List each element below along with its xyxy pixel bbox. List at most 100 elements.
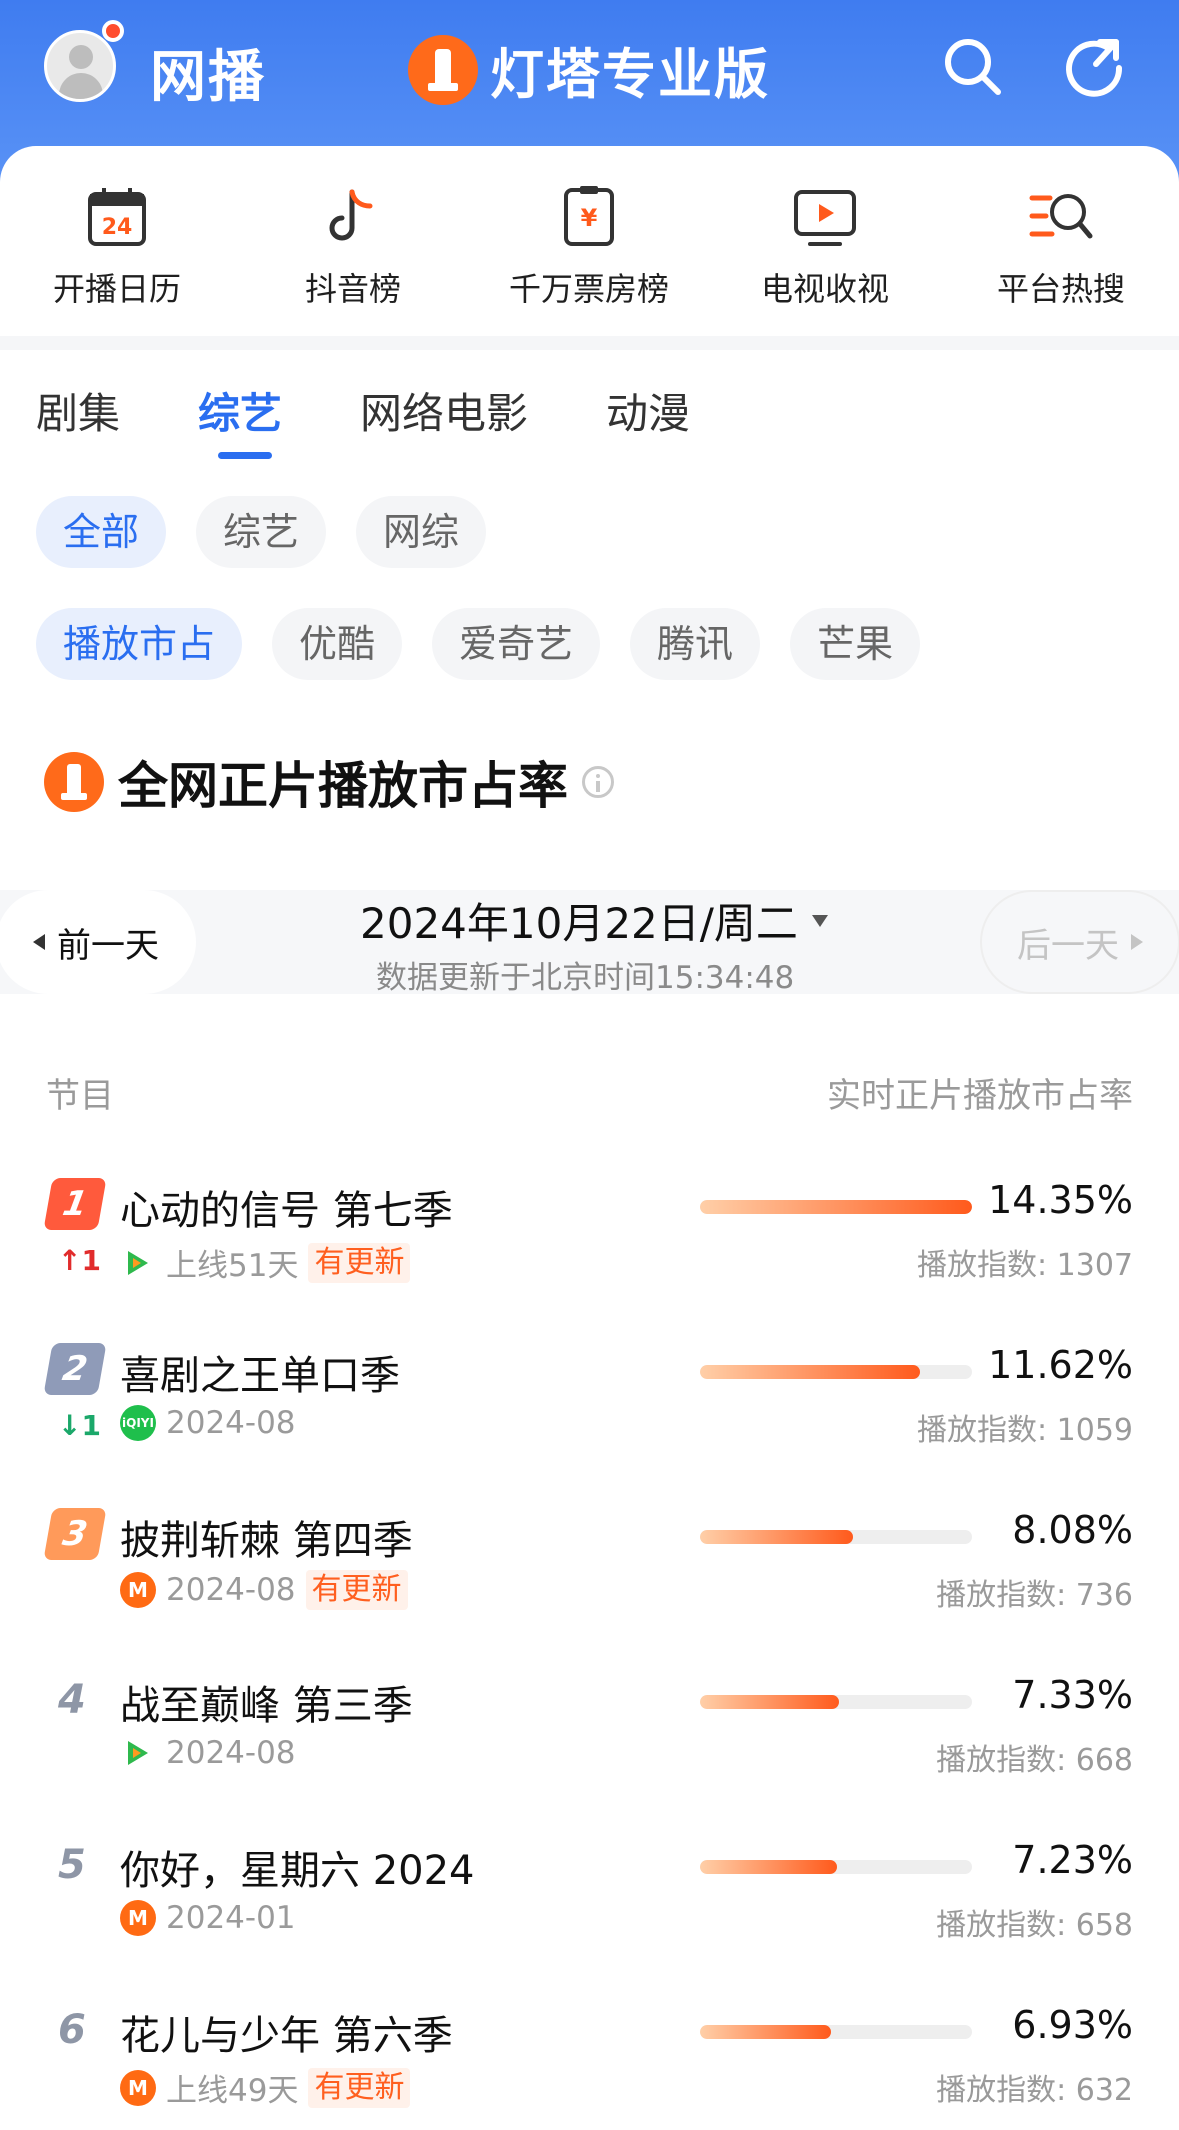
brand: 灯塔专业版 (408, 30, 770, 109)
chip-market-share[interactable]: 播放市占 (36, 608, 243, 680)
tencent-video-icon (120, 1244, 156, 1281)
feature-label: 抖音榜 (304, 270, 401, 308)
tab-label: 综艺 (198, 389, 283, 438)
ticket-icon: ¥ (564, 186, 614, 246)
tab-drama[interactable]: 剧集 (36, 380, 120, 470)
update-badge: 有更新 (308, 1242, 411, 1283)
share-value: 14.35% (988, 1178, 1133, 1222)
share-bar-fill (700, 1200, 972, 1214)
program-meta: 2024-08 (120, 1735, 296, 1771)
caret-right-icon (1131, 934, 1143, 950)
program-meta: M 2024-01 (120, 1900, 296, 1936)
tab-anime[interactable]: 动漫 (606, 380, 690, 470)
chip-tencent[interactable]: 腾讯 (630, 608, 761, 680)
update-badge: 有更新 (305, 1570, 408, 1610)
share-value: 11.62% (988, 1343, 1133, 1387)
update-time: 数据更新于北京时间15:34:48 (376, 960, 795, 996)
share-value: 7.23% (1012, 1838, 1133, 1882)
play-index: 播放指数: 1059 (917, 1413, 1133, 1448)
mango-tv-icon: M (120, 1572, 156, 1608)
meta-text: 2024-01 (166, 1900, 296, 1936)
program-title: 喜剧之王单口季 (120, 1353, 400, 1399)
rank-trend: ↓1 (58, 1409, 101, 1442)
meta-text: 上线49天 (166, 2073, 299, 2109)
caret-down-icon (811, 914, 828, 927)
chip-variety[interactable]: 综艺 (196, 496, 327, 568)
list-item[interactable]: 6 花儿与少年 第六季 M 上线49天 有更新 6.93% 播放指数: 632 (0, 2003, 1179, 2130)
list-item[interactable]: 5 你好，星期六 2024 M 2024-01 7.23% 播放指数: 658 (0, 1838, 1179, 2003)
iqiyi-icon: iQIYI (120, 1405, 156, 1441)
rank-badge: 3 (43, 1508, 107, 1560)
update-badge: 有更新 (308, 2067, 411, 2108)
caret-left-icon (33, 934, 45, 950)
share-value: 8.08% (1012, 1508, 1133, 1552)
play-index: 播放指数: 668 (936, 1743, 1133, 1778)
program-meta: iQIYI 2024-08 (120, 1405, 296, 1441)
chip-youku[interactable]: 优酷 (272, 608, 403, 680)
program-meta: M 上线49天 有更新 (120, 2065, 411, 2110)
meta-text: 2024-08 (166, 1572, 296, 1608)
platform-filter: 播放市占 优酷 爱奇艺 腾讯 芒果 (36, 608, 921, 680)
rank-number: 4 (58, 1677, 86, 1723)
rank-number: 5 (58, 1842, 86, 1888)
list-item[interactable]: 2 ↓1 喜剧之王单口季 iQIYI 2024-08 11.62% 播放指数: … (0, 1343, 1179, 1508)
play-index: 播放指数: 658 (936, 1908, 1133, 1943)
section-heading: 全网正片播放市占率 (44, 746, 614, 818)
program-title: 你好，星期六 2024 (120, 1848, 475, 1894)
program-title: 心动的信号 第七季 (120, 1188, 453, 1234)
share-icon[interactable] (1062, 34, 1126, 98)
meta-text: 上线51天 (166, 1248, 299, 1284)
list-item[interactable]: 1 ↑1 心动的信号 第七季 上线51天 有更新 14.35% 播放指数: 13… (0, 1178, 1179, 1343)
share-bar-fill (700, 1860, 838, 1874)
play-index: 播放指数: 1307 (917, 1248, 1133, 1283)
column-header-program: 节目 (46, 1076, 114, 1116)
share-bar (700, 1530, 972, 1544)
share-bar (700, 2025, 972, 2039)
program-meta: M 2024-08 有更新 (120, 1570, 408, 1610)
hot-search-icon (1029, 194, 1093, 239)
tab-underline (218, 452, 273, 459)
chip-web-variety[interactable]: 网综 (356, 496, 487, 568)
date-picker[interactable]: 2024年10月22日/周二 (360, 890, 828, 951)
mango-tv-icon: M (120, 1900, 156, 1936)
chip-all[interactable]: 全部 (36, 496, 167, 568)
tab-variety[interactable]: 综艺 (198, 380, 282, 470)
share-bar (700, 1695, 972, 1709)
mango-tv-icon: M (120, 2069, 156, 2106)
share-value: 7.33% (1012, 1673, 1133, 1717)
chip-mango[interactable]: 芒果 (790, 608, 921, 680)
date-navigator: 前一天 2024年10月22日/周二 数据更新于北京时间15:34:48 后一天 (0, 890, 1179, 996)
feature-label: 平台热搜 (996, 270, 1125, 308)
feature-calendar[interactable]: 24 开播日历 (17, 182, 217, 310)
share-bar-fill (700, 1365, 921, 1379)
next-day-button[interactable]: 后一天 (980, 890, 1179, 994)
share-bar-fill (700, 1695, 839, 1709)
rank-number: 6 (58, 2007, 86, 2053)
section-divider (0, 336, 1179, 350)
lighthouse-logo-icon (408, 34, 478, 105)
next-day-label: 后一天 (1017, 925, 1119, 966)
feature-label: 千万票房榜 (508, 270, 669, 308)
tab-web-movie[interactable]: 网络电影 (360, 380, 528, 470)
tencent-video-icon (120, 1735, 156, 1771)
rank-trend: ↑1 (58, 1244, 101, 1277)
feature-tv-ratings[interactable]: 电视收视 (725, 182, 925, 310)
prev-day-button[interactable]: 前一天 (0, 890, 196, 994)
notification-dot (102, 20, 124, 42)
list-item[interactable]: 4 战至巅峰 第三季 2024-08 7.33% 播放指数: 668 (0, 1673, 1179, 1838)
info-icon[interactable] (582, 766, 614, 798)
feature-shortcuts: 24 开播日历 抖音榜 ¥ 千万票房榜 电视收视 平台热搜 (0, 146, 1179, 336)
chip-iqiyi[interactable]: 爱奇艺 (432, 608, 601, 680)
app-title[interactable]: 网播 (150, 32, 266, 113)
calendar-icon: 24 (88, 188, 146, 246)
feature-douyin[interactable]: 抖音榜 (253, 182, 453, 310)
program-meta: 上线51天 有更新 (120, 1240, 411, 1285)
feature-hot-search[interactable]: 平台热搜 (961, 182, 1161, 310)
column-header-share[interactable]: 实时正片播放市占率 (827, 1068, 1133, 1117)
user-avatar[interactable] (44, 30, 116, 102)
share-bar (700, 1860, 972, 1874)
feature-box-office[interactable]: ¥ 千万票房榜 (489, 182, 689, 310)
search-icon[interactable] (940, 34, 1004, 98)
brand-name: 灯塔专业版 (490, 43, 770, 106)
list-item[interactable]: 3 披荆斩棘 第四季 M 2024-08 有更新 8.08% 播放指数: 736 (0, 1508, 1179, 1673)
